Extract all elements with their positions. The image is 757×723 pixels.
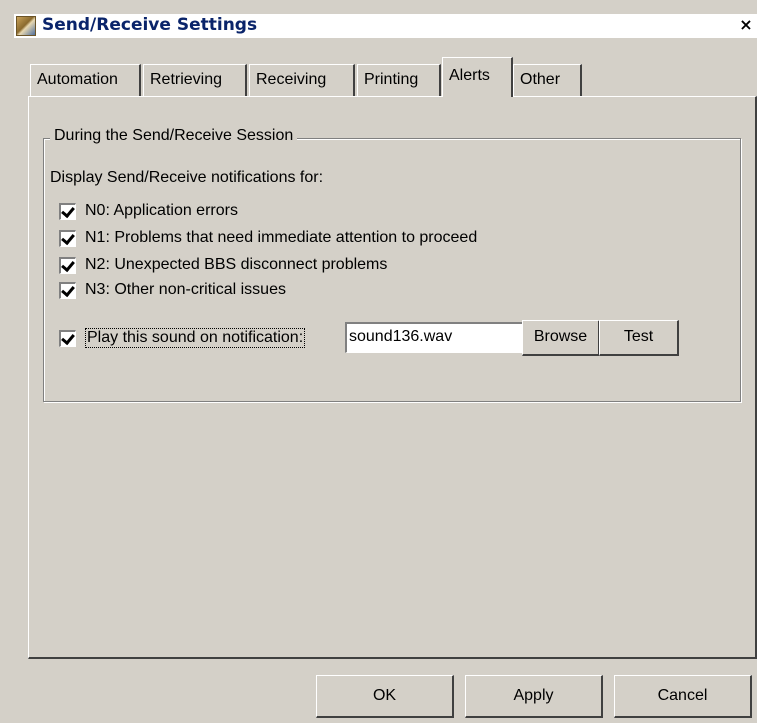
close-icon[interactable]: ×	[735, 16, 757, 36]
play-sound-label: Play this sound on notification:	[85, 328, 306, 348]
checkbox-checked[interactable]	[59, 229, 76, 247]
tab-receiving[interactable]: Receiving	[249, 64, 355, 96]
apply-button[interactable]: Apply	[465, 675, 603, 718]
notify-n3-label: N3: Other non-critical issues	[85, 281, 286, 298]
checkbox-checked[interactable]	[59, 202, 76, 220]
notify-n3-checkbox[interactable]: N3: Other non-critical issues	[59, 280, 286, 300]
checkbox-checked[interactable]	[59, 329, 76, 347]
window-title: Send/Receive Settings	[42, 15, 258, 35]
notify-n2-label: N2: Unexpected BBS disconnect problems	[85, 256, 388, 273]
test-button[interactable]: Test	[599, 320, 679, 356]
play-sound-checkbox[interactable]: Play this sound on notification:	[59, 328, 306, 348]
browse-button[interactable]: Browse	[522, 320, 600, 356]
notify-n0-label: N0: Application errors	[85, 202, 238, 219]
notify-n0-checkbox[interactable]: N0: Application errors	[59, 201, 238, 221]
tab-retrieving[interactable]: Retrieving	[143, 64, 247, 96]
settings-dialog: Send/Receive Settings × Automation Retri…	[0, 0, 757, 723]
notifications-label: Display Send/Receive notifications for:	[50, 169, 324, 186]
ok-button[interactable]: OK	[316, 675, 454, 718]
cancel-button[interactable]: Cancel	[614, 675, 752, 718]
app-icon	[16, 16, 36, 36]
tab-alerts[interactable]: Alerts	[442, 57, 513, 97]
tab-other[interactable]: Other	[513, 64, 582, 96]
alerts-panel: During the Send/Receive Session Display …	[28, 96, 757, 659]
notify-n1-label: N1: Problems that need immediate attenti…	[85, 229, 478, 246]
tab-printing[interactable]: Printing	[357, 64, 441, 96]
checkbox-checked[interactable]	[59, 281, 76, 299]
sound-file-input[interactable]: sound136.wav	[345, 322, 523, 353]
notify-n1-checkbox[interactable]: N1: Problems that need immediate attenti…	[59, 228, 477, 248]
group-title: During the Send/Receive Session	[50, 127, 298, 145]
title-bar: Send/Receive Settings ×	[14, 14, 757, 38]
tab-automation[interactable]: Automation	[30, 64, 141, 96]
notify-n2-checkbox[interactable]: N2: Unexpected BBS disconnect problems	[59, 255, 387, 275]
checkbox-checked[interactable]	[59, 256, 76, 274]
